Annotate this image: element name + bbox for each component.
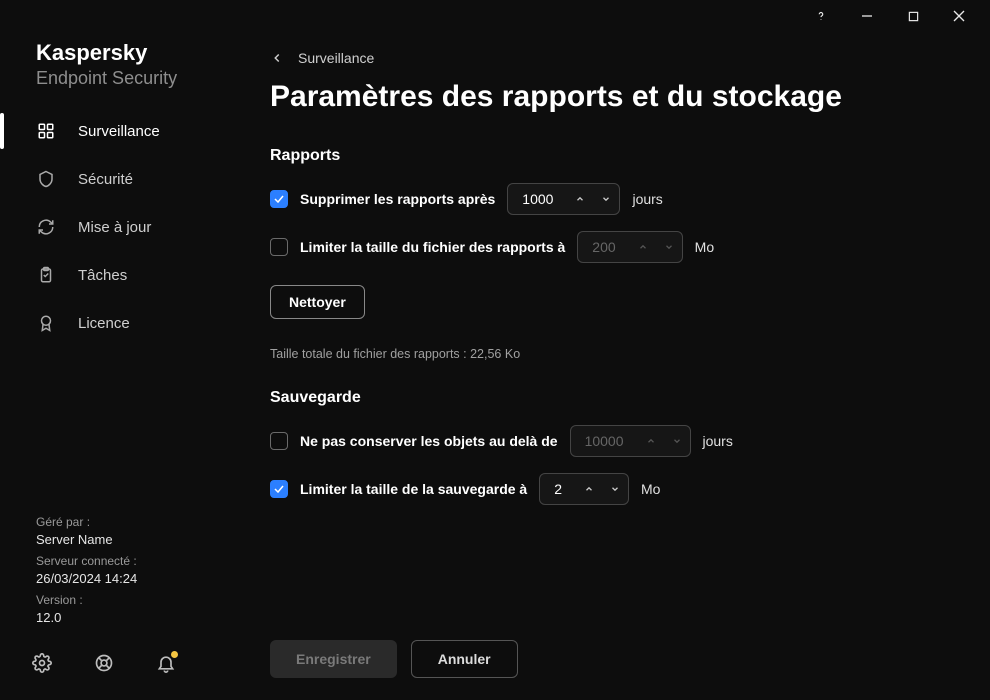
unit-days: jours: [703, 433, 733, 449]
managed-by-value: Server Name: [36, 531, 214, 549]
section-title-reports: Rapports: [270, 147, 950, 165]
maximize-button[interactable]: [890, 0, 936, 32]
sidebar-item-label: Surveillance: [78, 123, 160, 140]
version-label: Version :: [36, 592, 214, 609]
row-limit-report-file: Limiter la taille du fichier des rapport…: [270, 231, 950, 263]
support-icon[interactable]: [94, 653, 114, 678]
brand-subtitle: Endpoint Security: [36, 68, 214, 89]
sidebar-actions: [0, 631, 250, 700]
sidebar-item-surveillance[interactable]: Surveillance: [0, 107, 250, 155]
refresh-icon: [36, 217, 56, 237]
spinner-keep-objects-days: 10000: [570, 425, 691, 457]
sidebar-item-label: Mise à jour: [78, 219, 151, 236]
help-button[interactable]: [798, 0, 844, 32]
spinner-down-button[interactable]: [656, 231, 682, 263]
row-clean: Nettoyer: [270, 285, 950, 319]
notifications-icon[interactable]: [156, 653, 176, 678]
sidebar-item-label: Licence: [78, 315, 130, 332]
minimize-button[interactable]: [844, 0, 890, 32]
managed-by-label: Géré par :: [36, 514, 214, 531]
chevron-left-icon: [270, 51, 284, 65]
spinner-up-button[interactable]: [567, 183, 593, 215]
cancel-button[interactable]: Annuler: [411, 640, 518, 678]
unit-days: jours: [632, 191, 662, 207]
spinner-value[interactable]: 200: [578, 239, 629, 255]
clipboard-icon: [36, 265, 56, 285]
checkbox-limit-backup-size[interactable]: [270, 480, 288, 498]
clean-button[interactable]: Nettoyer: [270, 285, 365, 319]
titlebar: [0, 0, 990, 32]
section-title-backup: Sauvegarde: [270, 389, 950, 407]
version-value: 12.0: [36, 609, 214, 627]
spinner-value[interactable]: 2: [540, 481, 576, 497]
sidebar-item-license[interactable]: Licence: [0, 299, 250, 347]
badge-icon: [36, 313, 56, 333]
brand: Kaspersky Endpoint Security: [0, 40, 250, 107]
sidebar-item-tasks[interactable]: Tâches: [0, 251, 250, 299]
spinner-down-button[interactable]: [664, 425, 690, 457]
spinner-up-button[interactable]: [638, 425, 664, 457]
shield-icon: [36, 169, 56, 189]
footer-bar: Enregistrer Annuler: [270, 622, 950, 700]
sidebar-item-update[interactable]: Mise à jour: [0, 203, 250, 251]
connected-label: Serveur connecté :: [36, 553, 214, 570]
main-content: Surveillance Paramètres des rapports et …: [250, 32, 990, 700]
settings-icon[interactable]: [32, 653, 52, 678]
sidebar-info: Géré par : Server Name Serveur connecté …: [0, 514, 250, 631]
spinner-value[interactable]: 1000: [508, 191, 567, 207]
spinner-limit-backup-size: 2: [539, 473, 629, 505]
sidebar-item-security[interactable]: Sécurité: [0, 155, 250, 203]
dashboard-icon: [36, 121, 56, 141]
sidebar-item-label: Sécurité: [78, 171, 133, 188]
close-button[interactable]: [936, 0, 982, 32]
app-window: Kaspersky Endpoint Security Surveillance…: [0, 0, 990, 700]
breadcrumb[interactable]: Surveillance: [270, 44, 950, 80]
label-limit-report-file: Limiter la taille du fichier des rapport…: [300, 239, 565, 255]
unit-mo: Mo: [641, 481, 660, 497]
row-limit-backup-size: Limiter la taille de la sauvegarde à 2 M…: [270, 473, 950, 505]
brand-title: Kaspersky: [36, 40, 214, 66]
spinner-up-button[interactable]: [630, 231, 656, 263]
spinner-delete-reports-days: 1000: [507, 183, 620, 215]
reports-size-hint: Taille totale du fichier des rapports : …: [270, 347, 950, 361]
sidebar: Kaspersky Endpoint Security Surveillance…: [0, 32, 250, 700]
label-delete-reports: Supprimer les rapports après: [300, 191, 495, 207]
checkbox-delete-reports[interactable]: [270, 190, 288, 208]
save-button[interactable]: Enregistrer: [270, 640, 397, 678]
row-delete-reports-after: Supprimer les rapports après 1000 jours: [270, 183, 950, 215]
row-keep-objects: Ne pas conserver les objets au delà de 1…: [270, 425, 950, 457]
spinner-down-button[interactable]: [593, 183, 619, 215]
sidebar-item-label: Tâches: [78, 267, 127, 284]
spinner-limit-report-file: 200: [577, 231, 682, 263]
spinner-value[interactable]: 10000: [571, 433, 638, 449]
connected-value: 26/03/2024 14:24: [36, 570, 214, 588]
page-title: Paramètres des rapports et du stockage: [270, 80, 870, 115]
breadcrumb-label: Surveillance: [298, 50, 374, 66]
checkbox-limit-report-file[interactable]: [270, 238, 288, 256]
checkbox-keep-objects[interactable]: [270, 432, 288, 450]
spinner-down-button[interactable]: [602, 473, 628, 505]
label-keep-objects: Ne pas conserver les objets au delà de: [300, 433, 558, 449]
spinner-up-button[interactable]: [576, 473, 602, 505]
sidebar-nav: Surveillance Sécurité Mise à jour: [0, 107, 250, 347]
label-limit-backup-size: Limiter la taille de la sauvegarde à: [300, 481, 527, 497]
unit-mo: Mo: [695, 239, 714, 255]
